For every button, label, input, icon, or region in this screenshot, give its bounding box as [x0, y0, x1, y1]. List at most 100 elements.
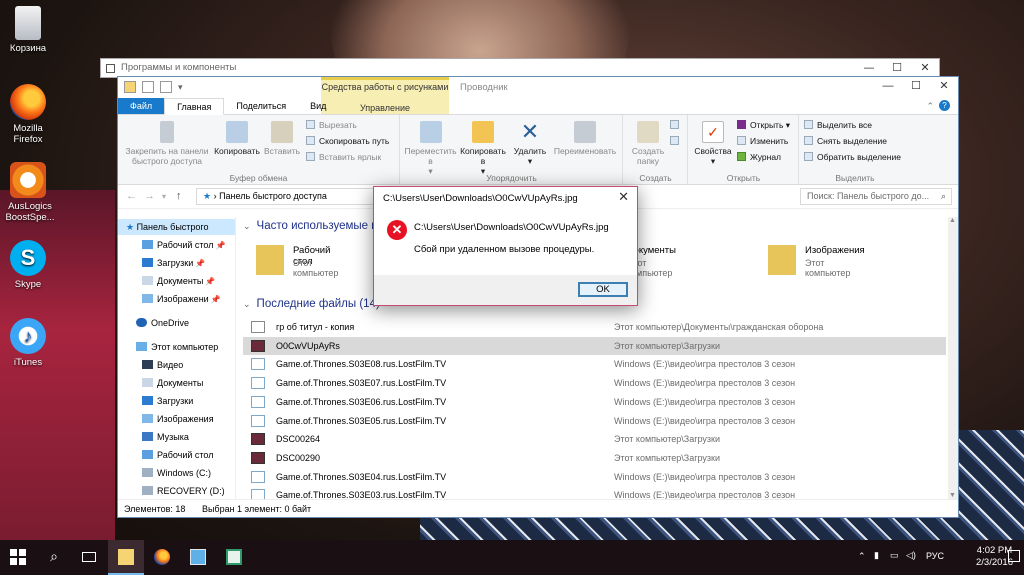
up-arrow-icon[interactable]: ↑: [176, 190, 182, 202]
paste-shortcut-button[interactable]: Вставить ярлык: [306, 152, 381, 163]
recent-file-row[interactable]: O0CwVUpAyRs Этот компьютер\Загрузки: [243, 336, 946, 355]
nav-item-this-pc[interactable]: Этот компьютер: [136, 339, 218, 355]
nav-item-desktop-pc[interactable]: Рабочий стол: [142, 447, 214, 463]
forward-arrow-icon[interactable]: →: [144, 190, 155, 202]
new-folder-icon: [637, 121, 659, 143]
recent-file-row[interactable]: DSC00290 Этот компьютер\Загрузки: [243, 449, 946, 467]
nav-item-pictures-pc[interactable]: Изображения: [142, 411, 214, 427]
close-button[interactable]: ✕: [930, 77, 958, 95]
rename-button[interactable]: Переименовать: [551, 121, 619, 156]
tab-file[interactable]: Файл: [118, 98, 165, 114]
nav-item-downloads[interactable]: Загрузки 📌: [142, 255, 205, 271]
desktop-icon-itunes[interactable]: ♪ iTunes: [4, 318, 52, 368]
properties-icon[interactable]: [142, 81, 154, 93]
windows-logo-icon: [10, 549, 26, 565]
taskbar-firefox[interactable]: [144, 540, 180, 575]
copy-button[interactable]: Копировать: [213, 121, 261, 156]
new-folder-icon[interactable]: [160, 81, 172, 93]
start-button[interactable]: [0, 540, 36, 575]
new-folder-button[interactable]: Создать папку: [628, 121, 668, 166]
volume-icon[interactable]: ◁): [906, 550, 916, 561]
recent-file-row[interactable]: гр об титул - копия Этот компьютер\Докуме…: [243, 318, 946, 336]
nav-item-onedrive[interactable]: OneDrive: [136, 315, 189, 331]
programs-window[interactable]: Программы и компоненты — ☐ ✕: [100, 58, 940, 78]
nav-label: Документы: [157, 276, 204, 286]
nav-item-pictures[interactable]: Изображени 📌: [142, 291, 221, 307]
recent-files-header[interactable]: ⌄ Последние файлы (14): [243, 298, 380, 310]
nav-item-downloads-pc[interactable]: Загрузки: [142, 393, 193, 409]
video-file-icon: [251, 377, 265, 390]
tab-home[interactable]: Главная: [164, 98, 225, 115]
file-location: Этот компьютер\Загрузки: [614, 452, 721, 463]
button-label: Вставить: [263, 146, 301, 156]
vertical-scrollbar[interactable]: ▲ ▼: [948, 217, 958, 499]
recent-file-row[interactable]: Game.of.Thrones.S03E08.rus.LostFilm.TV Wi…: [243, 355, 946, 373]
scroll-up-icon[interactable]: ▲: [949, 217, 956, 224]
nav-item-quick-access[interactable]: ★ Панель быстрого: [118, 219, 235, 235]
cut-button[interactable]: Вырезать: [306, 120, 357, 131]
search-button[interactable]: ⌕: [36, 540, 72, 575]
nav-item-drive-d[interactable]: RECOVERY (D:): [142, 483, 225, 499]
properties-button[interactable]: ✓ Свойства ▾: [691, 121, 735, 166]
desktop-icon-auslogics[interactable]: AusLogics BoostSpe...: [4, 162, 55, 223]
taskbar-explorer[interactable]: [108, 540, 144, 575]
ok-button[interactable]: OK: [578, 282, 628, 297]
search-input[interactable]: Поиск: Панель быстрого до... ⌕: [800, 188, 952, 205]
maximize-button[interactable]: ☐: [883, 59, 911, 77]
close-icon[interactable]: ✕: [618, 189, 629, 205]
maximize-button[interactable]: ☐: [902, 77, 930, 95]
recent-locations-icon[interactable]: ▾: [162, 192, 166, 201]
move-to-button[interactable]: Переместить в ▾: [403, 121, 458, 176]
copy-to-button[interactable]: Копировать в ▾: [458, 121, 508, 176]
desktop-icon-skype[interactable]: S Skype: [4, 240, 52, 290]
action-center-icon[interactable]: [1008, 550, 1020, 562]
task-view-button[interactable]: [72, 540, 108, 575]
copy-path-button[interactable]: Скопировать путь: [306, 136, 389, 147]
recent-file-row[interactable]: Game.of.Thrones.S03E03.rus.LostFilm.TV Wi…: [243, 486, 946, 499]
nav-item-documents-pc[interactable]: Документы: [142, 375, 203, 391]
nav-item-drive-c[interactable]: Windows (C:): [142, 465, 211, 481]
show-hidden-icons[interactable]: ⌃: [858, 551, 866, 562]
network-icon[interactable]: ▮: [874, 550, 879, 561]
nav-item-documents[interactable]: Документы 📌: [142, 273, 215, 289]
nav-item-music[interactable]: Музыка: [142, 429, 189, 445]
taskbar-photos[interactable]: [216, 540, 252, 575]
minimize-button[interactable]: —: [855, 59, 883, 77]
open-button[interactable]: Открыть ▾: [737, 120, 790, 131]
invert-selection-button[interactable]: Обратить выделение: [804, 152, 901, 163]
tab-share[interactable]: Поделиться: [224, 98, 298, 114]
error-dialog[interactable]: C:\Users\User\Downloads\O0CwVUpAyRs.jpg …: [373, 186, 638, 306]
delete-button[interactable]: ✕ Удалить ▾: [511, 121, 549, 167]
recent-file-row[interactable]: Game.of.Thrones.S03E07.rus.LostFilm.TV Wi…: [243, 374, 946, 392]
collapse-ribbon-icon[interactable]: ⌃: [926, 101, 934, 112]
dialog-title: C:\Users\User\Downloads\O0CwVUpAyRs.jpg: [383, 193, 578, 204]
recent-file-row[interactable]: Game.of.Thrones.S03E05.rus.LostFilm.TV Wi…: [243, 412, 946, 430]
history-button[interactable]: Журнал: [737, 152, 781, 163]
recent-file-row[interactable]: DSC00264 Этот компьютер\Загрузки: [243, 430, 946, 448]
tab-view[interactable]: Вид: [298, 98, 338, 114]
edit-button[interactable]: Изменить: [737, 136, 788, 147]
language-indicator[interactable]: РУС: [926, 551, 944, 561]
new-item-icon[interactable]: [670, 120, 683, 131]
taskbar-control-panel[interactable]: [180, 540, 216, 575]
select-none-button[interactable]: Снять выделение: [804, 136, 887, 147]
close-button[interactable]: ✕: [911, 59, 939, 77]
nav-label: Рабочий стол: [157, 450, 214, 460]
easy-access-icon[interactable]: [670, 136, 683, 147]
recent-file-row[interactable]: Game.of.Thrones.S03E04.rus.LostFilm.TV Wi…: [243, 468, 946, 486]
nav-item-videos[interactable]: Видео: [142, 357, 183, 373]
nav-item-desktop[interactable]: Рабочий стол 📌: [142, 237, 225, 253]
frequent-folders-header[interactable]: ⌄ Часто используемые па: [243, 220, 384, 232]
minimize-button[interactable]: —: [874, 77, 902, 95]
back-arrow-icon[interactable]: ←: [126, 190, 137, 202]
desktop-icon-firefox[interactable]: Mozilla Firefox: [4, 84, 52, 145]
scroll-down-icon[interactable]: ▼: [949, 492, 956, 499]
select-all-button[interactable]: Выделить все: [804, 120, 872, 131]
paste-button[interactable]: Вставить: [262, 121, 302, 156]
recent-file-row[interactable]: Game.of.Thrones.S03E06.rus.LostFilm.TV Wi…: [243, 393, 946, 411]
battery-icon[interactable]: ▭: [890, 550, 899, 561]
pin-quick-access-button[interactable]: Закрепить на панели быстрого доступа: [122, 121, 212, 166]
qat-dropdown-icon[interactable]: ▾: [178, 82, 183, 93]
help-icon[interactable]: ?: [939, 100, 950, 111]
desktop-icon-recycle-bin[interactable]: Корзина: [4, 6, 52, 54]
